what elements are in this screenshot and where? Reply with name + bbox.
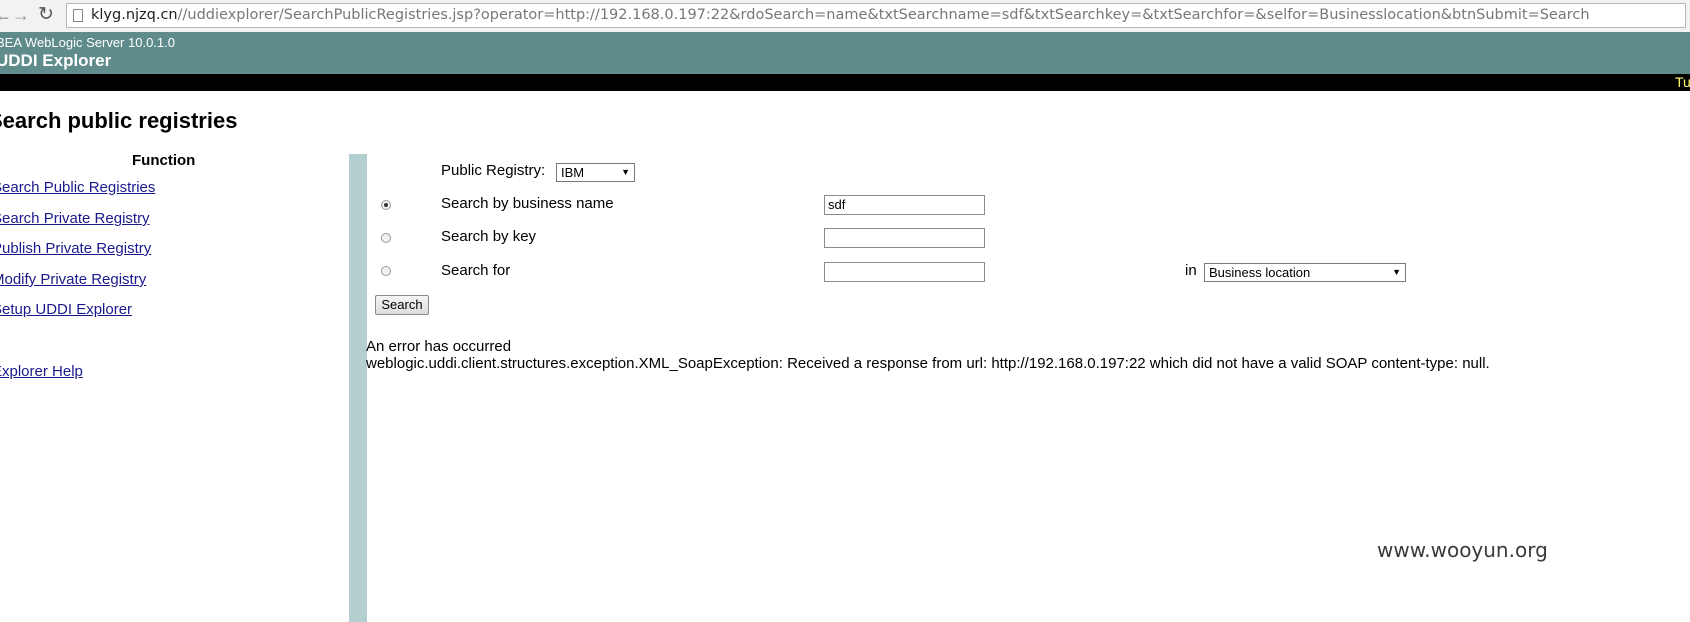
url-text: klyg.njzq.cn//uddiexplorer/SearchPublicR… (91, 4, 1590, 27)
public-registry-value: IBM (561, 165, 585, 180)
address-bar[interactable]: klyg.njzq.cn//uddiexplorer/SearchPublicR… (66, 3, 1686, 28)
public-registry-select[interactable]: IBM ▼ (556, 163, 635, 182)
app-name: UDDI Explorer (0, 51, 112, 70)
error-message: weblogic.uddi.client.structures.exceptio… (366, 355, 1490, 372)
search-button[interactable]: Search (375, 295, 429, 315)
radio-search-by-key[interactable] (381, 233, 391, 243)
menu-link-modify-private-registry[interactable]: Modify Private Registry (0, 271, 146, 288)
watermark: www.wooyun.org (1377, 538, 1548, 562)
reload-icon[interactable]: ↻ (38, 4, 54, 26)
in-label: in (1185, 262, 1197, 279)
search-for-input[interactable] (824, 262, 985, 282)
marquee-bar: Tu (0, 74, 1690, 91)
url-host: klyg.njzq.cn (91, 7, 178, 23)
url-path: //uddiexplorer/SearchPublicRegistries.js… (177, 7, 1590, 23)
marquee-text: Tu (1675, 74, 1690, 90)
key-input[interactable] (824, 228, 985, 248)
page-icon (73, 9, 83, 22)
menu-link-search-public-registries[interactable]: Search Public Registries (0, 179, 155, 196)
menu-heading: Function (132, 152, 196, 169)
radio-search-by-business-name[interactable] (381, 200, 391, 210)
radio-search-for[interactable] (381, 266, 391, 276)
search-for-field-value: Business location (1209, 265, 1311, 280)
search-for-label: Search for (441, 262, 511, 279)
public-registry-label: Public Registry: (441, 162, 546, 179)
error-title: An error has occurred (366, 338, 512, 355)
app-banner: BEA WebLogic Server 10.0.1.0 UDDI Explor… (0, 32, 1690, 74)
business-name-input[interactable]: sdf (824, 195, 985, 215)
browser-toolbar: ← → ↻ klyg.njzq.cn//uddiexplorer/SearchP… (0, 0, 1690, 33)
search-for-field-select[interactable]: Business location ▼ (1204, 263, 1406, 282)
search-by-name-label: Search by business name (441, 195, 614, 212)
menu-link-explorer-help[interactable]: Explorer Help (0, 363, 83, 380)
page-title: Search public registries (0, 108, 238, 133)
dropdown-arrow-icon: ▼ (1392, 267, 1401, 277)
dropdown-arrow-icon: ▼ (621, 167, 630, 177)
product-name: BEA WebLogic Server 10.0.1.0 (0, 35, 175, 50)
back-arrow-icon[interactable]: ← (0, 4, 12, 26)
search-by-key-label: Search by key (441, 228, 537, 245)
forward-arrow-icon[interactable]: → (12, 4, 30, 26)
column-divider (349, 154, 367, 622)
menu-link-setup-uddi-explorer[interactable]: Setup UDDI Explorer (0, 301, 132, 318)
menu-link-publish-private-registry[interactable]: Publish Private Registry (0, 240, 151, 257)
menu-link-search-private-registry[interactable]: Search Private Registry (0, 210, 150, 227)
